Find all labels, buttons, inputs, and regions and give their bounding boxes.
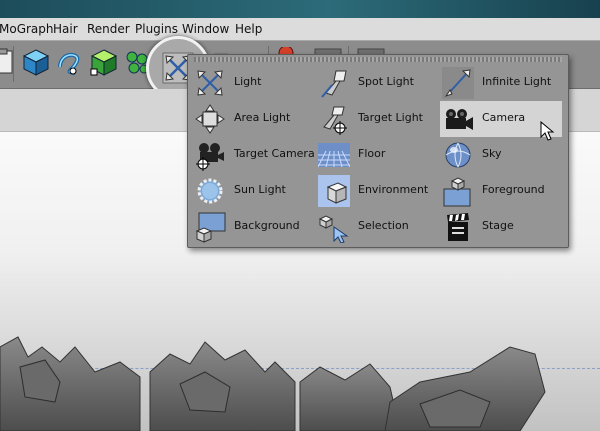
area-light-icon — [195, 104, 225, 134]
stage-icon — [447, 213, 469, 241]
toolbar-separator — [13, 46, 14, 82]
palette-item-area-light[interactable]: Area Light — [192, 101, 314, 137]
camera-icon — [446, 109, 473, 130]
palette-item-environment[interactable]: Environment — [316, 173, 438, 209]
foreground-icon — [443, 177, 471, 207]
menu-help[interactable]: Help — [235, 22, 262, 36]
menu-mograph[interactable]: MoGraph — [0, 22, 54, 36]
palette-item-floor[interactable]: Floor — [316, 137, 438, 173]
environment-icon — [318, 175, 350, 207]
palette-item-foreground[interactable]: Foreground — [440, 173, 562, 209]
floor-icon — [318, 143, 350, 168]
target-light-icon — [323, 106, 347, 135]
palette-item-target-camera[interactable]: Target Camera — [192, 137, 315, 173]
infinite-light-icon — [442, 67, 474, 99]
menu-hair[interactable]: Hair — [53, 22, 78, 36]
selection-icon — [318, 215, 349, 243]
palette-item-sun-light[interactable]: Sun Light — [192, 173, 314, 209]
palette-item-light[interactable]: Light — [192, 65, 314, 101]
menu-bar: MoGraph Hair Render Plugins Window Help — [0, 18, 600, 41]
palette-item-target-light[interactable]: Target Light — [316, 101, 438, 137]
palette-item-infinite-light[interactable]: Infinite Light — [440, 65, 562, 101]
target-camera-icon — [196, 143, 224, 171]
spline-icon[interactable] — [55, 47, 85, 77]
palette-drag-handle[interactable] — [194, 57, 562, 62]
menu-plugins[interactable]: Plugins — [135, 22, 178, 36]
palette-item-stage[interactable]: Stage — [440, 209, 562, 245]
light-icon — [197, 70, 223, 96]
nurbs-icon[interactable] — [89, 47, 119, 77]
palette-item-spot-light[interactable]: Spot Light — [316, 65, 438, 101]
spot-light-icon — [321, 70, 347, 98]
cube-icon[interactable] — [21, 47, 51, 77]
menu-render[interactable]: Render — [87, 22, 130, 36]
paste-icon[interactable] — [0, 47, 20, 77]
sky-icon — [445, 142, 471, 168]
sun-light-icon — [197, 178, 223, 204]
object-palette-popup: Light Area Light Target Camera Sun Light… — [187, 54, 569, 248]
palette-item-background[interactable]: Background — [192, 209, 314, 245]
mouse-pointer-icon — [540, 121, 555, 141]
palette-item-selection[interactable]: Selection — [316, 209, 438, 245]
background-icon — [195, 212, 226, 243]
window-title-bar — [0, 0, 600, 18]
menu-window[interactable]: Window — [182, 22, 229, 36]
